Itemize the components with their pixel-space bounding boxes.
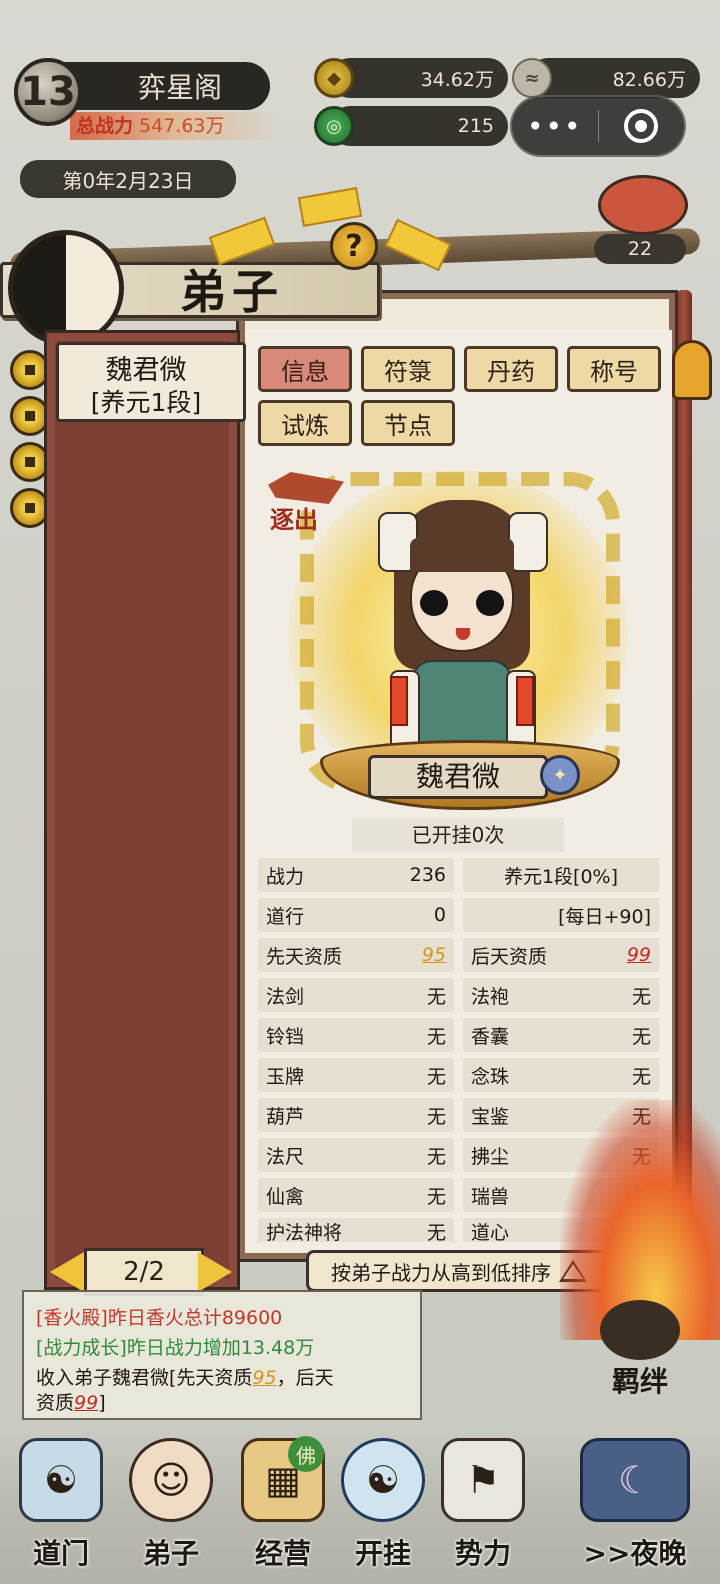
close-miniprogram-icon[interactable] [599,109,685,143]
temple-icon: ☯ [19,1438,103,1522]
sort-label: 按弟子战力从高到低排序 [331,1260,551,1285]
jade-amount: 215 [457,115,494,137]
prev-page-arrow-icon[interactable] [50,1252,84,1292]
equip-beads[interactable]: 念珠无 [463,1058,659,1092]
equip-gourd[interactable]: 葫芦无 [258,1098,454,1132]
jade-icon: ◎ [314,106,354,146]
afk-count: 已开挂0次 [352,818,564,852]
nav-afk[interactable]: ☯ 开挂 [328,1438,438,1578]
crane-count-badge: 22 [594,234,686,264]
log-line: [战力成长]昨日战力增加13.48万 [36,1337,315,1359]
tab-title[interactable]: 称号 [567,346,661,392]
disciple-list[interactable] [44,330,240,1290]
equip-sword[interactable]: 法剑无 [258,978,454,1012]
stat-daily-gain: [每日+90] [463,898,659,932]
stat-daohang: 道行 0 [258,898,454,932]
help-question-icon[interactable]: ? [330,222,378,270]
bell-icon [672,340,712,400]
equip-crane[interactable]: 仙禽无 [258,1178,454,1212]
miniprogram-capsule: ••• [510,95,686,157]
disciple-list-name: 魏君微 [105,355,187,386]
total-power-value: 547.63万 [139,115,225,137]
sect-name-banner: 弈星阁 [60,62,270,110]
coin-resource[interactable]: 34.62万 [330,58,508,98]
nav-night[interactable]: ☾ >>夜晚 [560,1438,710,1578]
stat-power: 战力 236 [258,858,454,892]
yinyang-wave-icon: ☯ [341,1438,425,1522]
hair-ribbon [508,512,548,572]
log-line: 收入弟子魏君微[先天资质95，后天 [36,1367,334,1389]
equip-ruler[interactable]: 法尺无 [258,1138,454,1172]
equip-robe[interactable]: 法袍无 [463,978,659,1012]
equip-jade-plate[interactable]: 玉牌无 [258,1058,454,1092]
disciple-bangs [410,538,514,572]
next-page-arrow-icon[interactable] [198,1252,232,1292]
log-line: [香火殿]昨日香火总计89600 [36,1307,283,1329]
crane-icon[interactable] [598,175,688,235]
game-date: 第0年2月23日 [20,160,236,198]
more-menu-icon[interactable]: ••• [512,110,598,143]
stat-realm: 养元1段[0%] [463,858,659,892]
faction-scroll-icon: ⚑ [441,1438,525,1522]
page-indicator: 2/2 [84,1248,204,1296]
talisman-charm-icon [516,676,534,726]
talisman-icon [297,187,363,227]
game-date-text: 第0年2月23日 [62,168,194,193]
fate-button[interactable]: 羁绊 [612,1360,668,1400]
disciple-avatar-icon: ☺ [129,1438,213,1522]
cloud-icon: ≈ [512,58,552,98]
total-power: 总战力 547.63万 [70,112,280,140]
total-power-label: 总战力 [76,115,134,137]
sect-name: 弈星阁 [137,71,222,104]
disciple-name-plate: 魏君微 [368,755,548,799]
spirit-resource[interactable]: 82.66万 [528,58,700,98]
jade-resource[interactable]: 215 [330,106,508,146]
tab-node[interactable]: 节点 [361,400,455,446]
nav-daomen[interactable]: ☯ 道门 [6,1438,116,1578]
whisk-icon[interactable]: ✦ [540,755,580,795]
buddha-badge-icon: 佛 [288,1436,324,1472]
crane-count: 22 [627,238,653,260]
coin-amount: 34.62万 [420,68,494,91]
tab-talisman[interactable]: 符箓 [361,346,455,392]
log-line: 资质99] [36,1392,106,1414]
expel-button[interactable]: 逐出 [270,500,318,535]
tab-info[interactable]: 信息 [258,346,352,392]
eye [476,590,504,616]
level-number: 13 [20,69,76,115]
disciple-list-rank: [养元1段] [90,388,202,417]
nav-faction[interactable]: ⚑ 势力 [428,1438,538,1578]
disciple-name: 魏君微 [415,760,500,793]
page-number: 2/2 [123,1257,165,1287]
panel-title: 弟子 [180,265,284,319]
tab-trial[interactable]: 试炼 [258,400,352,446]
coin-icon: ◆ [314,58,354,98]
stat-innate-talent: 先天资质 95 [258,938,454,972]
spirit-amount: 82.66万 [612,68,686,91]
level-badge[interactable]: 13 [14,58,82,126]
tab-elixir[interactable]: 丹药 [464,346,558,392]
equip-bell[interactable]: 铃铛无 [258,1018,454,1052]
afk-count-text: 已开挂0次 [411,823,505,847]
equip-sachet[interactable]: 香囊无 [463,1018,659,1052]
equip-guardian[interactable]: 护法神将无 [258,1218,454,1242]
talisman-charm-icon [390,676,408,726]
night-mountain-icon: ☾ [580,1438,690,1522]
nav-disciple[interactable]: ☺ 弟子 [116,1438,226,1578]
stat-acquired-talent: 后天资质 99 [463,938,659,972]
eye [420,590,448,616]
fate-fist-icon[interactable] [600,1300,680,1360]
taiji-close-icon[interactable] [8,230,124,346]
